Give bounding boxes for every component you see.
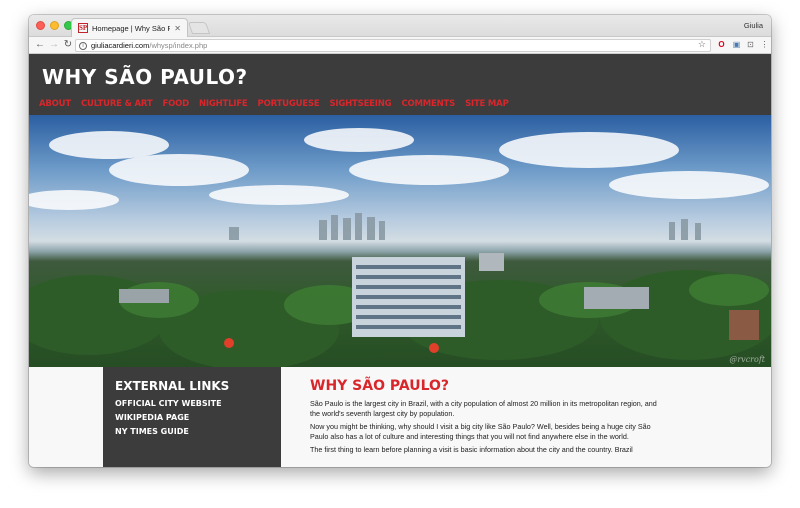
close-window-button[interactable] [36, 21, 45, 30]
new-tab-button[interactable] [187, 22, 211, 34]
cast-icon[interactable]: ⊡ [745, 39, 756, 50]
hero-image: @rvcroft [29, 115, 771, 367]
url-host: giuliacardieri.com [91, 41, 150, 50]
menu-icon[interactable]: ⋮ [759, 39, 770, 50]
article-heading: WHY SÃO PAULO? [310, 378, 450, 394]
site-favicon-icon: SP [78, 23, 88, 33]
tab-title: Homepage | Why São Paulo? [92, 23, 171, 33]
main-article: WHY SÃO PAULO? São Paulo is the largest … [310, 378, 662, 458]
article-paragraph: Now you might be thinking, why should I … [310, 422, 651, 441]
address-bar[interactable]: i giuliacardieri.com/whysp/index.php ☆ [75, 39, 711, 52]
url-path: /whysp/index.php [149, 41, 208, 50]
nav-link-portuguese[interactable]: PORTUGUESE [258, 99, 320, 109]
link-ny-times-guide[interactable]: NY TIMES GUIDE [115, 427, 281, 436]
photo-credit: @rvcroft [729, 355, 765, 364]
tab-close-icon[interactable]: ✕ [174, 24, 181, 33]
extension-icon[interactable]: ▣ [731, 39, 742, 50]
city-skyline-image [29, 128, 771, 367]
browser-tab-active[interactable]: SP Homepage | Why São Paulo? ✕ [71, 18, 188, 37]
web-page: WHY SÃO PAULO? ABOUT CULTURE & ART FOOD … [29, 54, 771, 467]
profile-name[interactable]: Giulia [744, 21, 763, 30]
back-icon[interactable]: ← [33, 38, 47, 52]
link-wikipedia-page[interactable]: WIKIPEDIA PAGE [115, 413, 281, 422]
article-paragraph: The first thing to learn before planning… [310, 445, 633, 454]
browser-toolbar: ← → ↻ i giuliacardieri.com/whysp/index.p… [29, 37, 771, 54]
external-links-sidebar: EXTERNAL LINKS OFFICIAL CITY WEBSITE WIK… [103, 367, 281, 467]
site-header: WHY SÃO PAULO? ABOUT CULTURE & ART FOOD … [29, 54, 771, 115]
star-icon[interactable]: ☆ [698, 39, 706, 50]
browser-window: SP Homepage | Why São Paulo? ✕ Giulia ← … [29, 15, 771, 467]
reload-icon[interactable]: ↻ [61, 38, 75, 52]
sidebar-heading: EXTERNAL LINKS [115, 379, 230, 393]
nav-link-nightlife[interactable]: NIGHTLIFE [199, 99, 248, 109]
tab-bar: SP Homepage | Why São Paulo? ✕ Giulia [29, 15, 771, 37]
nav-link-about[interactable]: ABOUT [39, 99, 71, 109]
window-controls [36, 21, 73, 30]
nav-link-culture-art[interactable]: CULTURE & ART [81, 99, 153, 109]
forward-icon[interactable]: → [47, 38, 61, 52]
link-official-city-website[interactable]: OFFICIAL CITY WEBSITE [115, 399, 281, 408]
article-paragraph: São Paulo is the largest city in Brazil,… [310, 399, 657, 418]
nav-link-food[interactable]: FOOD [162, 99, 189, 109]
content-area: EXTERNAL LINKS OFFICIAL CITY WEBSITE WIK… [29, 367, 771, 467]
site-nav: ABOUT CULTURE & ART FOOD NIGHTLIFE PORTU… [39, 99, 509, 109]
opera-icon[interactable]: O [716, 39, 727, 50]
nav-link-comments[interactable]: COMMENTS [401, 99, 455, 109]
nav-link-site-map[interactable]: SITE MAP [465, 99, 509, 109]
info-icon[interactable]: i [79, 41, 87, 50]
minimize-window-button[interactable] [50, 21, 59, 30]
site-title[interactable]: WHY SÃO PAULO? [42, 65, 248, 89]
nav-link-sightseeing[interactable]: SIGHTSEEING [329, 99, 391, 109]
